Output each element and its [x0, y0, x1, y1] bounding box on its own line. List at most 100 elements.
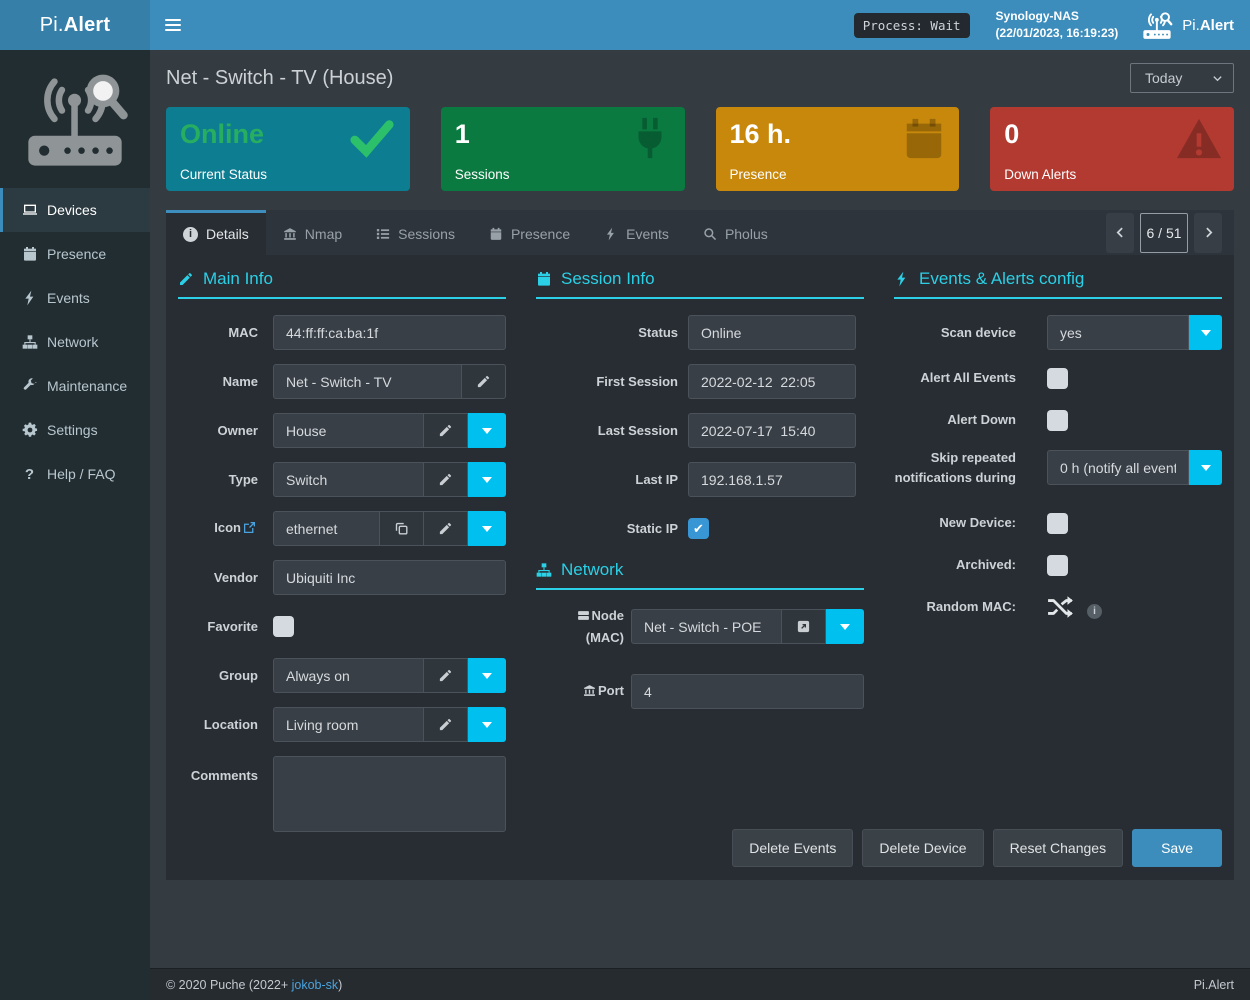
last-session-input[interactable]: [688, 413, 856, 448]
period-select[interactable]: Today: [1130, 63, 1234, 93]
archived-checkbox[interactable]: [1047, 555, 1068, 576]
card-label: Down Alerts: [1004, 167, 1076, 182]
location-edit-button[interactable]: [424, 707, 468, 742]
type-input[interactable]: [273, 462, 424, 497]
caret-down-icon: [482, 428, 492, 434]
shuffle-icon: [1047, 595, 1075, 619]
alert-down-checkbox[interactable]: [1047, 410, 1068, 431]
tab-label: Presence: [511, 226, 570, 242]
app-logo-title[interactable]: Pi.Alert: [0, 0, 150, 50]
hamburger-menu-icon[interactable]: [150, 0, 196, 50]
delete-device-button[interactable]: Delete Device: [862, 829, 983, 867]
pialert-logo: [0, 50, 150, 188]
first-session-label: First Session: [536, 372, 678, 392]
last-session-row: Last Session: [536, 413, 864, 448]
first-session-input[interactable]: [688, 364, 856, 399]
group-input[interactable]: [273, 658, 424, 693]
icon-input[interactable]: [273, 511, 380, 546]
vendor-input[interactable]: [273, 560, 506, 595]
alerts-config-header: Events & Alerts config: [894, 269, 1222, 299]
sidebar-item-maintenance[interactable]: Maintenance: [0, 364, 150, 408]
location-input[interactable]: [273, 707, 424, 742]
name-input[interactable]: [273, 364, 462, 399]
comments-textarea[interactable]: [273, 756, 506, 832]
tab-presence[interactable]: Presence: [472, 210, 587, 255]
page-title: Net - Switch - TV (House): [166, 67, 393, 90]
type-dropdown-button[interactable]: [468, 462, 506, 497]
jokob-sk-link[interactable]: jokob-sk: [292, 978, 339, 992]
sidebar-item-presence[interactable]: Presence: [0, 232, 150, 276]
status-input[interactable]: [688, 315, 856, 350]
calendar-icon: [489, 227, 503, 241]
location-dropdown-button[interactable]: [468, 707, 506, 742]
mac-input[interactable]: [273, 315, 506, 350]
caret-down-icon: [1201, 330, 1211, 336]
vendor-row: Vendor: [178, 560, 506, 595]
tab-sessions[interactable]: Sessions: [359, 210, 472, 255]
save-button[interactable]: Save: [1132, 829, 1222, 867]
new-device-checkbox[interactable]: [1047, 513, 1068, 534]
wrench-icon: [21, 378, 38, 395]
sidebar-item-network[interactable]: Network: [0, 320, 150, 364]
icon-copy-button[interactable]: [380, 511, 424, 546]
delete-events-button[interactable]: Delete Events: [732, 829, 853, 867]
scan-device-select[interactable]: [1047, 315, 1189, 350]
sidebar: Devices Presence Events Network Maintena…: [0, 50, 150, 1000]
tab-nmap[interactable]: Nmap: [266, 210, 359, 255]
owner-edit-button[interactable]: [424, 413, 468, 448]
external-link-icon[interactable]: [243, 520, 256, 540]
card-down-alerts[interactable]: 0 Down Alerts: [990, 107, 1234, 191]
owner-row: Owner: [178, 413, 506, 448]
last-ip-input[interactable]: [688, 462, 856, 497]
prev-device-button[interactable]: [1106, 213, 1134, 253]
tabbar: i Details Nmap Sessions Presence E: [166, 210, 1234, 255]
owner-dropdown-button[interactable]: [468, 413, 506, 448]
alert-all-events-checkbox[interactable]: [1047, 368, 1068, 389]
owner-input[interactable]: [273, 413, 424, 448]
card-presence[interactable]: 16 h. Presence: [716, 107, 960, 191]
status-label: Status: [536, 323, 678, 343]
name-edit-button[interactable]: [462, 364, 506, 399]
process-status-badge: Process: Wait: [854, 13, 970, 38]
mac-row: MAC: [178, 315, 506, 350]
last-ip-row: Last IP: [536, 462, 864, 497]
type-edit-button[interactable]: [424, 462, 468, 497]
sidebar-item-devices[interactable]: Devices: [0, 188, 150, 232]
card-current-status[interactable]: Online Current Status: [166, 107, 410, 191]
sidebar-item-label: Settings: [47, 422, 98, 438]
port-input[interactable]: [631, 674, 864, 709]
icon-dropdown-button[interactable]: [468, 511, 506, 546]
sidebar-item-events[interactable]: Events: [0, 276, 150, 320]
location-label: Location: [178, 715, 258, 735]
group-dropdown-button[interactable]: [468, 658, 506, 693]
skip-notifications-row: Skip repeated notifications during: [894, 448, 1222, 487]
favorite-checkbox[interactable]: [273, 616, 294, 637]
favorite-row: Favorite: [178, 609, 506, 644]
sidebar-item-settings[interactable]: Settings: [0, 408, 150, 452]
node-input[interactable]: [631, 609, 782, 644]
tab-events[interactable]: Events: [587, 210, 686, 255]
tab-details[interactable]: i Details: [166, 210, 266, 255]
skip-notifications-dropdown-button[interactable]: [1189, 450, 1222, 485]
caret-down-icon: [482, 673, 492, 679]
node-label: Node (MAC): [536, 606, 624, 647]
sidebar-item-help-faq[interactable]: ? Help / FAQ: [0, 452, 150, 496]
info-tooltip-icon[interactable]: i: [1087, 604, 1102, 619]
card-sessions[interactable]: 1 Sessions: [441, 107, 685, 191]
scan-device-dropdown-button[interactable]: [1189, 315, 1222, 350]
tab-pholus[interactable]: Pholus: [686, 210, 785, 255]
skip-notifications-select[interactable]: [1047, 450, 1189, 485]
sidebar-item-label: Presence: [47, 246, 106, 262]
check-icon: [346, 115, 398, 161]
group-edit-button[interactable]: [424, 658, 468, 693]
node-open-button[interactable]: [782, 609, 826, 644]
next-device-button[interactable]: [1194, 213, 1222, 253]
icon-label: Icon: [178, 518, 258, 540]
static-ip-checkbox[interactable]: [688, 518, 709, 539]
reset-changes-button[interactable]: Reset Changes: [993, 829, 1124, 867]
random-mac-label: Random MAC:: [894, 597, 1016, 617]
node-dropdown-button[interactable]: [826, 609, 864, 644]
icon-edit-button[interactable]: [424, 511, 468, 546]
random-mac-row: Random MAC: i: [894, 593, 1222, 621]
archived-label: Archived:: [894, 555, 1016, 575]
